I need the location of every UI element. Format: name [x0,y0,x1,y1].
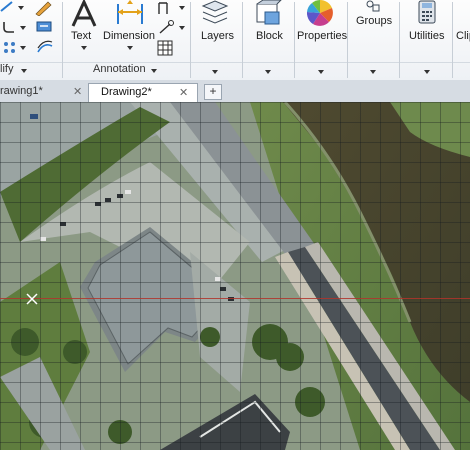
layers-button-label: Layers [201,30,235,42]
text-icon [71,0,97,27]
multileader-icon[interactable] [157,0,173,16]
offset-icon[interactable] [36,40,54,54]
plus-icon: + [209,84,217,98]
chevron-down-icon[interactable] [151,69,157,73]
calculator-icon [418,0,436,24]
dimension-button-label: Dimension [103,30,155,42]
aerial-image [0,102,470,450]
crosshair-cursor-icon [26,292,38,305]
leader-icon[interactable] [157,20,175,36]
chevron-down-icon [265,70,271,74]
tab-drawing1[interactable]: rawing1* ✕ [0,83,86,102]
table-icon[interactable] [157,40,173,56]
chevron-down-icon[interactable] [179,26,185,30]
trim-icon[interactable] [0,0,14,14]
close-icon[interactable]: ✕ [73,85,82,98]
utilities-button-label: Utilities [409,30,445,42]
dimension-button[interactable]: Dimension [103,0,157,58]
drawing-canvas[interactable] [0,102,470,450]
chevron-down-icon[interactable] [20,26,26,30]
new-tab-button[interactable]: + [204,84,222,100]
modify-panel-title[interactable]: lify [0,63,13,78]
chevron-down-icon [212,70,218,74]
chevron-down-icon [318,70,324,74]
tab-label: rawing1* [0,85,43,97]
annotation-panel: Text Dimension Annotation [63,0,190,80]
chevron-down-icon[interactable] [21,69,27,73]
fillet-icon[interactable] [2,20,16,34]
crosshair-horizontal [0,298,470,299]
pencil-icon[interactable] [34,0,52,16]
groups-button-label: Groups [356,15,393,27]
block-panel[interactable]: Block [243,0,293,80]
modify-panel: lify [0,0,62,80]
groups-icon [366,0,380,12]
block-button-label: Block [256,30,283,42]
clipboard-button-label: Clip [456,30,470,42]
chevron-down-icon [127,46,133,50]
chevron-down-icon[interactable] [20,46,26,50]
text-button[interactable]: Text [65,0,103,58]
ribbon: lify Text Dimension Annotation Layers Bl… [0,0,470,81]
clipboard-panel[interactable]: Clip [453,0,470,80]
chevron-down-icon [424,70,430,74]
chevron-down-icon[interactable] [18,6,24,10]
color-wheel-icon [307,0,333,26]
tab-drawing2[interactable]: Drawing2* ✕ [88,83,198,103]
layers-panel[interactable]: Layers [191,0,241,80]
file-tab-bar: rawing1* ✕ Drawing2* ✕ + [0,80,470,103]
array-icon[interactable] [2,40,16,54]
tab-label: Drawing2* [101,86,152,98]
properties-button-label: Properties [297,30,348,42]
properties-panel[interactable]: Properties [295,0,347,80]
groups-panel[interactable]: Groups [348,0,398,80]
utilities-panel[interactable]: Utilities [400,0,452,80]
chevron-down-icon [370,70,376,74]
chevron-down-icon [81,46,87,50]
text-button-label: Text [71,30,92,42]
stretch-icon[interactable] [36,20,54,34]
dimension-icon [117,0,143,24]
layers-icon [201,0,229,24]
annotation-panel-title[interactable]: Annotation [93,63,146,78]
chevron-down-icon[interactable] [179,6,185,10]
block-icon [256,0,282,25]
close-icon[interactable]: ✕ [179,86,188,99]
